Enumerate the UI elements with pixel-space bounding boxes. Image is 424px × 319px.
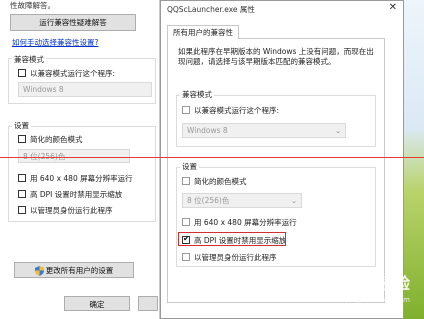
run-admin-label: 以管理员身份运行此程序	[30, 206, 113, 215]
troubleshoot-button[interactable]: 运行兼容性疑难解答	[10, 14, 136, 31]
compat-mode-checkbox-label: 以兼容模式运行这个程序:	[194, 106, 280, 115]
compat-mode-checkbox[interactable]	[18, 69, 26, 77]
back-properties-window: 性故障解答。 运行兼容性疑难解答 如何手动选择兼容性设置? 兼容模式 以兼容模式…	[0, 0, 160, 319]
shield-icon	[34, 266, 44, 276]
tab-all-users-compat[interactable]: 所有用户的兼容性	[167, 25, 239, 39]
run-admin-checkbox[interactable]	[182, 253, 190, 261]
run-admin-checkbox[interactable]	[18, 206, 26, 214]
compat-mode-group	[176, 95, 376, 147]
reduced-color-label: 简化的颜色模式	[30, 135, 83, 144]
watermark-logo: Baidu经验	[326, 274, 410, 293]
dpi-scaling-checkbox[interactable]	[18, 190, 26, 198]
settings-label: 设置	[12, 120, 31, 131]
color-depth-value: 8 位(256)色	[187, 196, 230, 205]
reduced-color-checkbox[interactable]	[18, 135, 26, 143]
compat-os-select[interactable]: Windows 8 ⌄	[182, 123, 346, 138]
tab-content-panel: 如果此程序在早期版本的 Windows 上没有问题，而现在出现问题，请选择与该早…	[167, 38, 385, 303]
reduced-color-checkbox[interactable]	[182, 177, 190, 185]
compat-os-value: Windows 8	[23, 85, 64, 94]
dpi-scaling-label: 高 DPI 设置时禁用显示缩放	[30, 190, 123, 199]
compat-os-select[interactable]: Windows 8	[18, 82, 152, 97]
change-all-users-button[interactable]: 更改所有用户的设置	[14, 262, 134, 278]
reduced-color-label: 简化的颜色模式	[194, 177, 247, 186]
close-icon[interactable]: ✕	[389, 2, 397, 13]
chevron-down-icon: ⌄	[335, 127, 341, 135]
res-640-checkbox[interactable]	[18, 174, 26, 182]
watermark-url: jingyan.baidu.com	[345, 296, 410, 304]
compat-os-value: Windows 8	[187, 126, 228, 135]
annotation-line	[0, 157, 424, 158]
compat-description: 如果此程序在早期版本的 Windows 上没有问题，而现在出现问题，请选择与该早…	[178, 47, 374, 66]
change-all-users-label: 更改所有用户的设置	[45, 266, 114, 275]
settings-label: 设置	[180, 161, 199, 172]
header-text: 性故障解答。	[10, 1, 55, 10]
dialog-title: QQScLauncher.exe 属性	[167, 5, 255, 14]
res-640-checkbox[interactable]	[182, 218, 190, 226]
color-depth-select[interactable]: 8 位(256)色 ⌄	[182, 193, 302, 208]
highlight-box	[178, 232, 286, 246]
compat-mode-checkbox[interactable]	[182, 106, 190, 114]
cancel-button-partial[interactable]	[138, 296, 158, 311]
res-640-label: 用 640 x 480 屏幕分辨率运行	[30, 174, 133, 183]
color-depth-select[interactable]: 8 位(256)色	[18, 149, 130, 163]
manual-compat-link[interactable]: 如何手动选择兼容性设置?	[12, 37, 98, 48]
ok-button[interactable]: 确定	[64, 296, 130, 311]
chevron-down-icon: ⌄	[291, 197, 297, 205]
compat-mode-checkbox-label: 以兼容模式运行这个程序:	[30, 69, 116, 78]
compat-mode-label: 兼容模式	[12, 54, 46, 65]
run-admin-label: 以管理员身份运行此程序	[194, 253, 277, 262]
res-640-label: 用 640 x 480 屏幕分辨率运行	[194, 218, 297, 227]
compat-mode-label: 兼容模式	[180, 89, 214, 100]
